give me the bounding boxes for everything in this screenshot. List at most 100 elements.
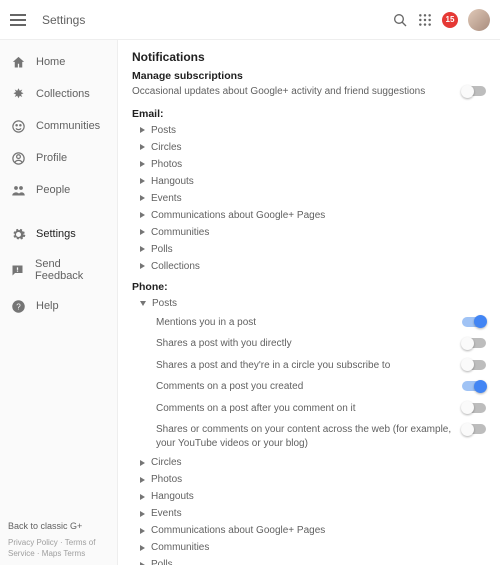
notification-setting-row: Mentions you in a post	[156, 312, 486, 334]
section-subhead: Manage subscriptions	[132, 70, 486, 82]
tree-item[interactable]: Communications about Google+ Pages	[132, 522, 486, 539]
chevron-right-icon	[140, 545, 145, 551]
tree-item-label: Hangouts	[151, 176, 194, 187]
header: Settings 15	[0, 0, 500, 40]
back-to-classic-link[interactable]: Back to classic G+	[8, 520, 109, 533]
chevron-right-icon	[140, 528, 145, 534]
notification-setting-row: Comments on a post after you comment on …	[156, 398, 486, 420]
chevron-right-icon	[140, 494, 145, 500]
notification-setting-row: Shares a post and they're in a circle yo…	[156, 355, 486, 377]
notification-setting-row: Shares or comments on your content acros…	[156, 419, 486, 454]
tree-item-label: Collections	[151, 261, 200, 272]
chevron-right-icon	[140, 144, 145, 150]
tree-item-label: Communications about Google+ Pages	[151, 525, 325, 536]
sidebar-item-label: Settings	[36, 228, 76, 240]
notification-setting-row: Comments on a post you created	[156, 376, 486, 398]
svg-text:?: ?	[16, 302, 21, 311]
search-icon[interactable]	[392, 12, 408, 28]
notifications-badge[interactable]: 15	[442, 12, 458, 28]
tree-item-label: Polls	[151, 244, 173, 255]
tree-item[interactable]: Circles	[132, 139, 486, 156]
setting-toggle[interactable]	[462, 403, 486, 413]
tree-item[interactable]: Events	[132, 190, 486, 207]
sidebar-item-label: Send Feedback	[35, 258, 107, 282]
setting-toggle[interactable]	[462, 360, 486, 370]
tree-item-label: Events	[151, 193, 182, 204]
header-actions: 15	[392, 9, 490, 31]
group-label: Email:	[132, 108, 486, 120]
setting-label: Comments on a post you created	[156, 380, 454, 394]
tree-item-label: Posts	[152, 298, 177, 309]
tree-item[interactable]: Posts	[132, 295, 486, 312]
chevron-right-icon	[140, 195, 145, 201]
sidebar-item-label: Home	[36, 56, 65, 68]
sidebar-item-people[interactable]: People	[0, 174, 117, 206]
setting-label: Comments on a post after you comment on …	[156, 402, 454, 416]
page-title: Settings	[42, 13, 392, 27]
setting-label: Shares a post and they're in a circle yo…	[156, 359, 454, 373]
setting-toggle[interactable]	[462, 338, 486, 348]
sidebar: Home Collections Communities Profile People S…	[0, 40, 118, 565]
section-title: Notifications	[132, 50, 486, 64]
people-icon	[10, 182, 26, 198]
sidebar-item-label: People	[36, 184, 70, 196]
settings-icon	[10, 226, 26, 242]
tree-item[interactable]: Photos	[132, 156, 486, 173]
tree-item-label: Communities	[151, 542, 209, 553]
feedback-icon	[10, 262, 25, 278]
tree-item[interactable]: Posts	[132, 122, 486, 139]
sidebar-item-label: Profile	[36, 152, 67, 164]
chevron-right-icon	[140, 229, 145, 235]
tree-item-label: Photos	[151, 159, 182, 170]
tree-item[interactable]: Communities	[132, 539, 486, 556]
apps-icon[interactable]	[418, 13, 432, 27]
tree-item[interactable]: Collections	[132, 258, 486, 275]
notification-setting-row: Shares a post with you directly	[156, 333, 486, 355]
sidebar-item-help[interactable]: ? Help	[0, 290, 117, 322]
chevron-right-icon	[140, 178, 145, 184]
tree-item-label: Hangouts	[151, 491, 194, 502]
tree-item[interactable]: Communities	[132, 224, 486, 241]
tree-item-label: Photos	[151, 474, 182, 485]
sidebar-item-home[interactable]: Home	[0, 46, 117, 78]
hamburger-menu-icon[interactable]	[10, 10, 30, 30]
chevron-right-icon	[140, 263, 145, 269]
chevron-right-icon	[140, 562, 145, 565]
sidebar-item-label: Help	[36, 300, 59, 312]
tree-item[interactable]: Circles	[132, 454, 486, 471]
tree-item[interactable]: Polls	[132, 556, 486, 565]
tree-item[interactable]: Polls	[132, 241, 486, 258]
tree-item-label: Communications about Google+ Pages	[151, 210, 325, 221]
tree-item-label: Polls	[151, 559, 173, 565]
tree-item[interactable]: Events	[132, 505, 486, 522]
tree-item[interactable]: Photos	[132, 471, 486, 488]
avatar[interactable]	[468, 9, 490, 31]
tree-item[interactable]: Communications about Google+ Pages	[132, 207, 486, 224]
home-icon	[10, 54, 26, 70]
sidebar-item-feedback[interactable]: Send Feedback	[0, 250, 117, 290]
sidebar-footer: Back to classic G+ Privacy Policy · Term…	[8, 520, 109, 559]
tree-item-label: Circles	[151, 142, 182, 153]
chevron-right-icon	[140, 246, 145, 252]
setting-toggle[interactable]	[462, 317, 486, 327]
footer-links[interactable]: Privacy Policy · Terms of Service · Maps…	[8, 538, 95, 558]
setting-label: Mentions you in a post	[156, 316, 454, 330]
sidebar-item-label: Communities	[36, 120, 100, 132]
tree-item[interactable]: Hangouts	[132, 173, 486, 190]
tree-item[interactable]: Hangouts	[132, 488, 486, 505]
tree-item-label: Posts	[151, 125, 176, 136]
setting-toggle[interactable]	[462, 424, 486, 434]
sidebar-item-settings[interactable]: Settings	[0, 218, 117, 250]
setting-toggle[interactable]	[462, 381, 486, 391]
sidebar-item-profile[interactable]: Profile	[0, 142, 117, 174]
main-content: Notifications Manage subscriptions Occas…	[118, 40, 500, 565]
section-desc: Occasional updates about Google+ activit…	[132, 85, 454, 99]
communities-icon	[10, 118, 26, 134]
setting-label: Shares a post with you directly	[156, 337, 454, 351]
sidebar-item-communities[interactable]: Communities	[0, 110, 117, 142]
profile-icon	[10, 150, 26, 166]
chevron-right-icon	[140, 127, 145, 133]
sidebar-item-collections[interactable]: Collections	[0, 78, 117, 110]
subscriptions-toggle[interactable]	[462, 86, 486, 96]
help-icon: ?	[10, 298, 26, 314]
